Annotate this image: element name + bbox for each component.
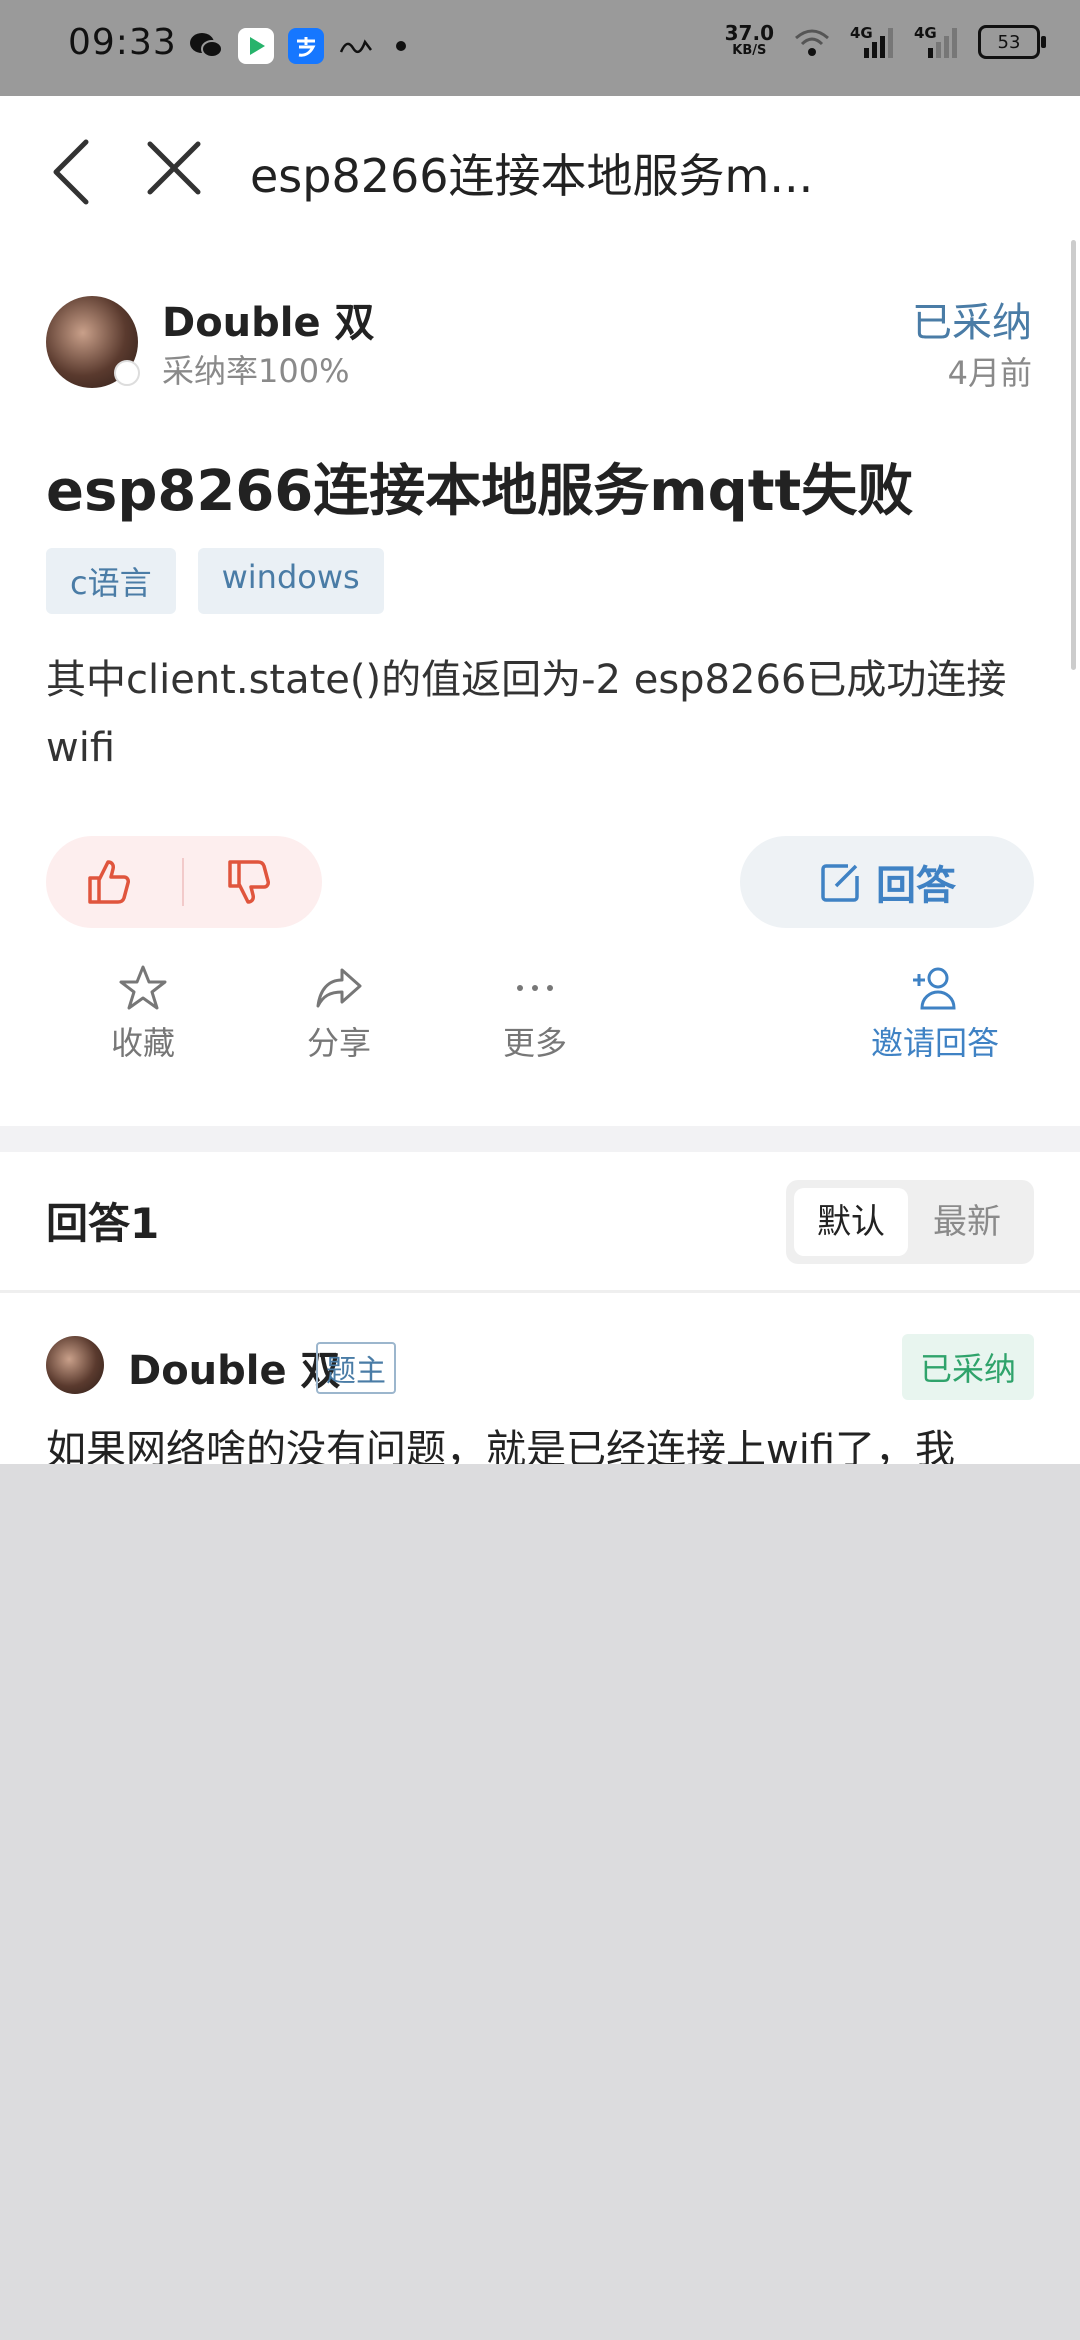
vote-divider [182, 858, 184, 906]
star-icon [119, 965, 167, 1010]
top-nav: esp8266连接本地服务m... [0, 96, 1080, 246]
invite-answer-button[interactable]: 邀请回答 [860, 964, 1010, 1064]
favorite-button[interactable]: 收藏 [68, 964, 218, 1064]
thumb-down-icon[interactable] [224, 856, 276, 908]
sort-toggle: 默认 最新 [786, 1180, 1034, 1264]
tag-item[interactable]: c语言 [46, 548, 176, 614]
alipay-icon [288, 28, 324, 64]
answer-button-label: 回答 [876, 863, 956, 909]
tag-list: c语言 windows [46, 548, 384, 614]
sort-default-tab[interactable]: 默认 [794, 1188, 908, 1256]
invite-user-icon [913, 967, 956, 1010]
share-button[interactable]: 分享 [264, 964, 414, 1064]
invite-label: 邀请回答 [870, 1024, 999, 1062]
status-bar: 09:33 37.0 KB/S 4G 4G 53 [0, 0, 1080, 96]
video-app-icon [238, 28, 274, 64]
answers-count: 回答1 [46, 1199, 160, 1248]
answer-button[interactable]: 回答 [740, 836, 1034, 928]
avatar[interactable] [46, 296, 140, 388]
battery-icon: 53 [978, 25, 1046, 59]
author-name[interactable]: Double 双 [162, 290, 375, 348]
scrollbar[interactable] [1071, 240, 1076, 670]
study-app-icon [338, 28, 374, 64]
signal-bars-icon [928, 28, 957, 58]
vote-group [46, 836, 322, 928]
question-body: 其中client.state()的值返回为-2 esp8266已成功连接wifi [46, 657, 1007, 771]
notification-icons [188, 28, 406, 64]
question-time: 4月前 [947, 354, 1032, 392]
signal-1: 4G [850, 24, 896, 60]
favorite-label: 收藏 [110, 1024, 175, 1062]
avatar-badge-icon [114, 360, 140, 386]
back-arrow-icon[interactable] [48, 136, 92, 208]
owner-badge: 题主 [316, 1342, 396, 1394]
share-icon [316, 968, 362, 1008]
sort-latest-tab[interactable]: 最新 [910, 1188, 1024, 1256]
more-button[interactable]: 更多 [460, 964, 610, 1064]
status-right: 37.0 KB/S 4G 4G 53 [725, 23, 1046, 60]
more-label: 更多 [502, 1024, 567, 1062]
close-icon[interactable] [146, 140, 202, 196]
tag-item[interactable]: windows [197, 548, 384, 614]
signal-bars-icon [864, 28, 893, 58]
net-speed: 37.0 KB/S [725, 23, 774, 60]
header-divider [0, 1290, 1080, 1293]
avatar[interactable] [46, 1336, 104, 1394]
author-avatar-wrap[interactable] [46, 296, 140, 388]
question-title: esp8266连接本地服务mqtt失败 [46, 459, 914, 524]
answers-header: 回答1 默认 最新 [0, 1152, 1080, 1292]
author-accept-rate: 采纳率100% [162, 352, 350, 390]
action-bar: 收藏 分享 更多 邀请回答 [0, 964, 1080, 1084]
thumb-up-icon[interactable] [84, 856, 136, 908]
share-label: 分享 [306, 1024, 371, 1062]
section-divider [0, 1126, 1080, 1152]
more-notifications-icon [396, 41, 406, 51]
signal-2: 4G [914, 24, 960, 60]
status-time: 09:33 [68, 22, 177, 63]
answer-text[interactable]: 如果网络啥的没有问题，就是已经连接上wifi了，我 [46, 1420, 1036, 1464]
wifi-icon [795, 29, 829, 56]
edit-icon [821, 864, 859, 902]
battery-level: 53 [997, 31, 1021, 53]
question-status: 已采纳 [912, 300, 1032, 346]
more-dots-icon [517, 985, 553, 991]
wechat-icon [188, 28, 224, 64]
question-page: esp8266连接本地服务m... Double 双 采纳率100% 已采纳 4… [0, 96, 1080, 1464]
accepted-badge: 已采纳 [901, 1334, 1034, 1400]
answer-author-name[interactable]: Double 双 [128, 1338, 341, 1396]
nav-title: esp8266连接本地服务m... [250, 149, 814, 203]
